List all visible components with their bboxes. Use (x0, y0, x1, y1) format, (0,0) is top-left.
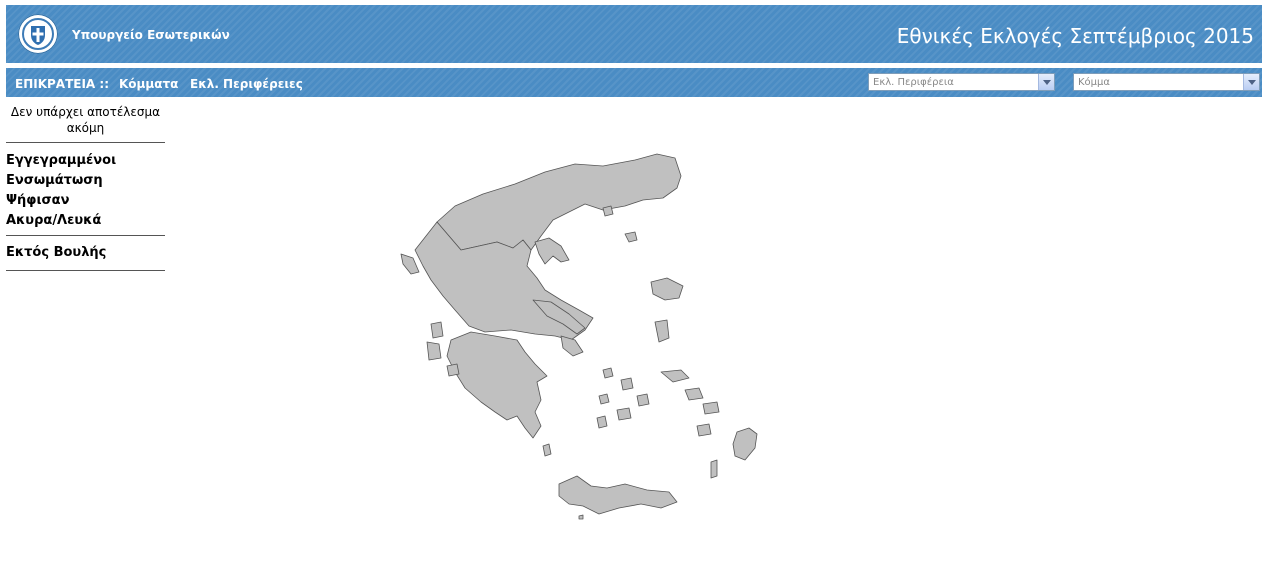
nav-link-epikrateia[interactable]: ΕΠΙΚΡΑΤΕΙΑ :: (15, 77, 109, 91)
stat-counted: Ενσωμάτωση (6, 173, 103, 188)
chevron-down-icon[interactable] (1243, 74, 1259, 90)
map-region[interactable] (596, 415, 608, 429)
region-select-value: Εκλ. Περιφέρεια (873, 77, 954, 88)
map-region[interactable] (654, 319, 670, 343)
map-region[interactable] (542, 443, 552, 457)
map-region[interactable] (426, 341, 442, 361)
map-region[interactable] (558, 475, 678, 515)
site-header: Υπουργείο Εσωτερικών Εθνικές Εκλογές Σεπ… (6, 5, 1262, 63)
chevron-down-icon[interactable] (1038, 74, 1054, 90)
map-region[interactable] (400, 253, 420, 275)
map-region[interactable] (702, 401, 720, 415)
nav-link-parties[interactable]: Κόμματα (119, 77, 178, 91)
map-region[interactable] (534, 237, 570, 265)
map-region[interactable] (636, 393, 650, 407)
no-result-message: Δεν υπάρχει αποτέλεσμα ακόμη (10, 105, 161, 135)
map-region[interactable] (660, 369, 690, 383)
stats-list: Εγγεγραμμένοι Ενσωμάτωση Ψήφισαν Ακυρα/Λ… (6, 143, 165, 235)
map-region[interactable] (602, 367, 614, 379)
results-sidebar: Δεν υπάρχει αποτέλεσμα ακόμη Εγγεγραμμέν… (6, 104, 165, 271)
map-region[interactable] (620, 377, 634, 391)
stat-outside-parliament[interactable]: Εκτός Βουλής (6, 243, 165, 263)
map-region[interactable] (732, 427, 758, 461)
ministry-name[interactable]: Υπουργείο Εσωτερικών (72, 28, 230, 42)
map-region[interactable] (560, 335, 584, 357)
stat-registered: Εγγεγραμμένοι (6, 153, 117, 168)
stat-invalid-blank: Ακυρα/Λευκά (6, 213, 102, 228)
map-region[interactable] (598, 393, 610, 405)
map-region[interactable] (616, 407, 632, 421)
map-region[interactable] (624, 231, 638, 243)
stat-voted: Ψήφισαν (6, 193, 70, 208)
map-region[interactable] (684, 387, 704, 401)
party-select-value: Κόμμα (1078, 77, 1110, 88)
map-region[interactable] (430, 321, 444, 339)
election-title: Εθνικές Εκλογές Σεπτέμβριος 2015 (896, 24, 1254, 48)
map-region[interactable] (602, 205, 614, 217)
map-region[interactable] (710, 459, 718, 479)
map-region[interactable] (446, 363, 460, 377)
greece-map-icon[interactable] (385, 150, 825, 529)
outside-parliament: Εκτός Βουλής (6, 236, 165, 270)
map-region[interactable] (436, 153, 682, 251)
main-nav: ΕΠΙΚΡΑΤΕΙΑ :: Κόμματα Εκλ. Περιφέρειες Ε… (6, 68, 1262, 97)
nav-link-regions[interactable]: Εκλ. Περιφέρειες (190, 77, 303, 91)
map-region[interactable] (696, 423, 712, 437)
divider (6, 270, 165, 271)
region-select[interactable]: Εκλ. Περιφέρεια (868, 73, 1055, 91)
map-region[interactable] (446, 331, 548, 439)
map-region[interactable] (578, 514, 584, 520)
party-select[interactable]: Κόμμα (1073, 73, 1260, 91)
greek-coat-of-arms-icon[interactable] (18, 14, 58, 54)
map-region[interactable] (650, 277, 684, 301)
